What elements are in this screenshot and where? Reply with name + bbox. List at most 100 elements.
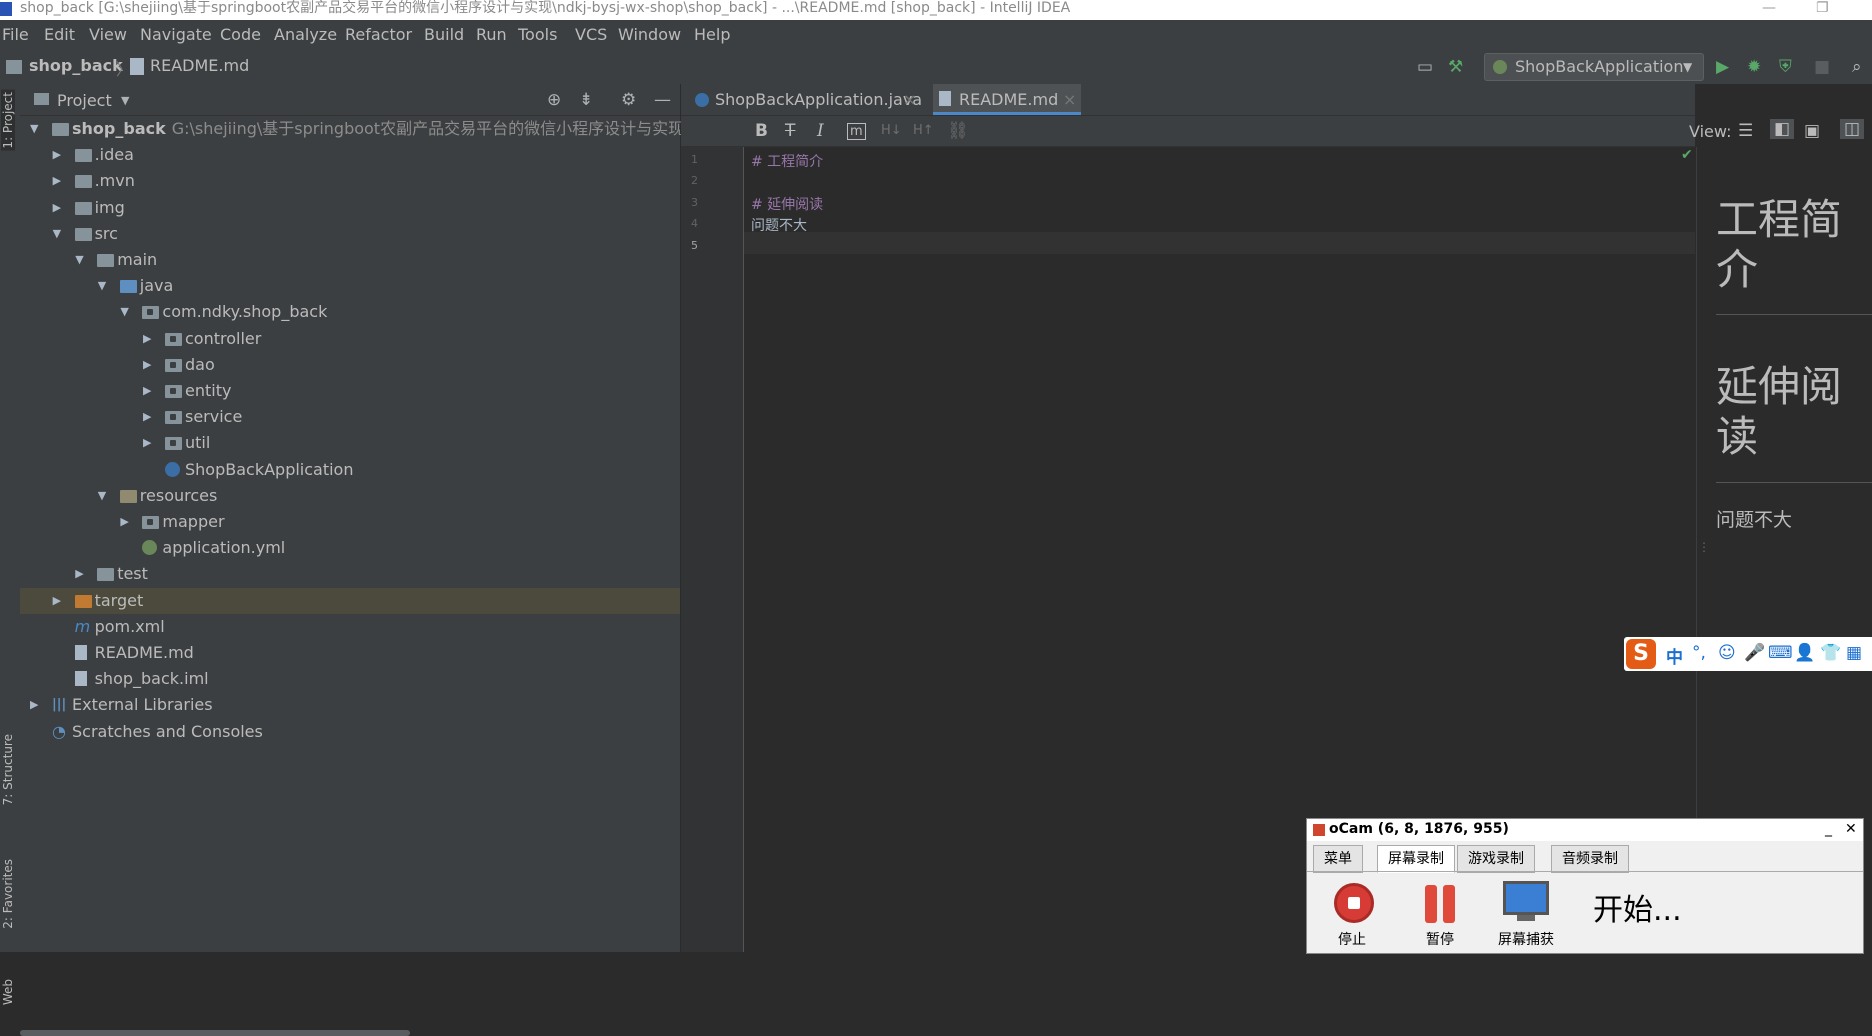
expand-arrow-down-icon[interactable]: ▼ xyxy=(98,273,106,299)
close-icon[interactable]: × xyxy=(903,84,916,115)
ocam-tab-menu[interactable]: 菜单 xyxy=(1313,845,1363,873)
tree-item[interactable]: ▶ .idea xyxy=(20,142,680,168)
tree-item[interactable]: ▼ shop_back G:\shejiing\基于springboot农副产品交易… xyxy=(20,116,729,142)
expand-arrow-right-icon[interactable]: ▶ xyxy=(30,692,38,718)
tree-item[interactable]: ▶ .mvn xyxy=(20,168,680,194)
code-span-button[interactable]: m xyxy=(847,123,866,140)
breadcrumb-project[interactable]: shop_back xyxy=(29,56,123,75)
menu-help[interactable]: Help xyxy=(694,25,730,44)
scrollbar-thumb[interactable] xyxy=(20,1030,410,1036)
layout-toggle-icon[interactable]: ◫ xyxy=(1840,119,1865,139)
locate-file-icon[interactable]: ⊕ xyxy=(547,90,561,110)
menu-vcs[interactable]: VCS xyxy=(575,25,607,44)
debug-icon[interactable]: ✹ xyxy=(1747,57,1761,77)
coverage-icon[interactable]: ⛨ xyxy=(1779,57,1792,77)
close-icon[interactable]: × xyxy=(1063,84,1076,115)
tree-item[interactable]: ◔ Scratches and Consoles xyxy=(20,719,680,745)
code-line[interactable]: # 工程简介 xyxy=(751,151,823,171)
expand-arrow-down-icon[interactable]: ▼ xyxy=(53,221,61,247)
expand-arrow-right-icon[interactable]: ▶ xyxy=(143,326,151,352)
breadcrumb-file[interactable]: README.md xyxy=(150,56,249,75)
expand-arrow-right-icon[interactable]: ▶ xyxy=(143,378,151,404)
expand-arrow-right-icon[interactable]: ▶ xyxy=(53,195,61,221)
tree-item[interactable]: ▼ main xyxy=(20,247,680,273)
menu-run[interactable]: Run xyxy=(476,25,507,44)
tab-readme-md[interactable]: README.md × xyxy=(933,84,1081,115)
expand-arrow-down-icon[interactable]: ▼ xyxy=(98,483,106,509)
menu-tools[interactable]: Tools xyxy=(518,25,557,44)
tree-item[interactable]: ▶ img xyxy=(20,195,680,221)
tree-item[interactable]: ▼ com.ndky.shop_back xyxy=(20,299,680,325)
build-hammer-icon[interactable]: ⚒ xyxy=(1448,57,1463,77)
skin-icon[interactable]: 👕 xyxy=(1820,643,1841,663)
tree-item[interactable]: ▶ test xyxy=(20,561,680,587)
ocam-tab-audio-record[interactable]: 音频录制 xyxy=(1551,845,1629,873)
run-icon[interactable]: ▶ xyxy=(1716,57,1729,77)
punctuation-icon[interactable]: °, xyxy=(1692,643,1706,663)
expand-arrow-down-icon[interactable]: ▼ xyxy=(30,116,38,142)
terminal-icon[interactable]: ▭ xyxy=(1417,57,1433,77)
tree-item[interactable]: ▶ util xyxy=(20,430,680,456)
toolbox-icon[interactable]: ▦ xyxy=(1846,643,1862,663)
collapse-all-icon[interactable]: ⇟ xyxy=(579,90,593,110)
tree-item[interactable]: ▶ controller xyxy=(20,326,680,352)
link-icon[interactable]: ⛓ xyxy=(947,121,969,141)
tab-structure[interactable]: 7: Structure xyxy=(1,734,15,805)
horizontal-scrollbar[interactable] xyxy=(20,1030,680,1036)
expand-arrow-right-icon[interactable]: ▶ xyxy=(53,142,61,168)
ime-lang-toggle[interactable]: 中 xyxy=(1666,643,1683,668)
header-level-down-button[interactable]: H↓ xyxy=(881,123,902,138)
expand-arrow-right-icon[interactable]: ▶ xyxy=(53,168,61,194)
tree-item[interactable]: ▶ target xyxy=(20,587,680,614)
header-level-up-button[interactable]: H↑ xyxy=(913,123,934,138)
search-icon[interactable]: ⌕ xyxy=(1852,57,1862,77)
tree-item[interactable]: ▼ src xyxy=(20,221,680,247)
tree-item[interactable]: ▶ ||| External Libraries xyxy=(20,692,680,718)
tree-item[interactable]: README.md xyxy=(20,640,680,666)
tab-web[interactable]: Web xyxy=(1,979,15,1005)
expand-arrow-right-icon[interactable]: ▶ xyxy=(143,430,151,456)
ocam-pause-button[interactable]: 暂停 xyxy=(1405,879,1475,949)
menu-navigate[interactable]: Navigate xyxy=(140,25,212,44)
ocam-stop-button[interactable]: 停止 xyxy=(1317,879,1387,949)
menu-edit[interactable]: Edit xyxy=(44,25,75,44)
hide-panel-icon[interactable]: — xyxy=(654,90,671,110)
ocam-minimize-button[interactable]: _ xyxy=(1825,819,1832,839)
menu-view[interactable]: View xyxy=(89,25,127,44)
ocam-close-icon[interactable]: ✕ xyxy=(1845,819,1857,839)
expand-arrow-right-icon[interactable]: ▶ xyxy=(53,588,61,614)
expand-arrow-right-icon[interactable]: ▶ xyxy=(143,404,151,430)
tree-item[interactable]: application.yml xyxy=(20,535,680,561)
menu-window[interactable]: Window xyxy=(618,25,681,44)
tree-item[interactable]: shop_back.iml xyxy=(20,666,680,692)
bold-button[interactable]: B xyxy=(755,121,768,141)
menu-file[interactable]: File xyxy=(2,25,29,44)
tree-item[interactable]: ▶ service xyxy=(20,404,680,430)
menu-code[interactable]: Code xyxy=(220,25,261,44)
expand-arrow-down-icon[interactable]: ▼ xyxy=(120,299,128,325)
tree-item[interactable]: m pom.xml xyxy=(20,614,680,640)
user-icon[interactable]: 👤 xyxy=(1794,643,1815,663)
menu-analyze[interactable]: Analyze xyxy=(274,25,337,44)
tree-item[interactable]: ▼ resources xyxy=(20,483,680,509)
expand-arrow-right-icon[interactable]: ▶ xyxy=(143,352,151,378)
microphone-icon[interactable]: 🎤 xyxy=(1744,643,1765,663)
expand-arrow-down-icon[interactable]: ▼ xyxy=(75,247,83,273)
ocam-capture-button[interactable]: 屏幕捕获 xyxy=(1491,879,1561,949)
tree-item[interactable]: ▼ java xyxy=(20,273,680,299)
project-panel-title[interactable]: Project xyxy=(57,91,112,110)
strikethrough-button[interactable]: T xyxy=(785,121,795,141)
run-configuration-select[interactable]: ShopBackApplication ▼ xyxy=(1484,53,1704,81)
split-view-icon[interactable]: ◧ xyxy=(1770,119,1795,139)
minimize-button[interactable]: — xyxy=(1762,0,1776,16)
splitter-handle-icon[interactable]: ⋮ xyxy=(1698,540,1710,554)
stop-icon[interactable]: ■ xyxy=(1814,57,1830,77)
menu-build[interactable]: Build xyxy=(424,25,464,44)
view-mode-chevron-icon[interactable]: ▼ xyxy=(121,94,129,107)
code-line[interactable]: 问题不大 xyxy=(751,215,807,235)
tab-shopbackapplication-java[interactable]: ShopBackApplication.java × xyxy=(689,84,922,115)
gear-icon[interactable]: ⚙ xyxy=(621,90,636,110)
preview-only-view-icon[interactable]: ▣ xyxy=(1804,121,1820,141)
editor-only-view-icon[interactable]: ☰ xyxy=(1738,121,1753,141)
restore-button[interactable]: ❐ xyxy=(1816,0,1829,16)
